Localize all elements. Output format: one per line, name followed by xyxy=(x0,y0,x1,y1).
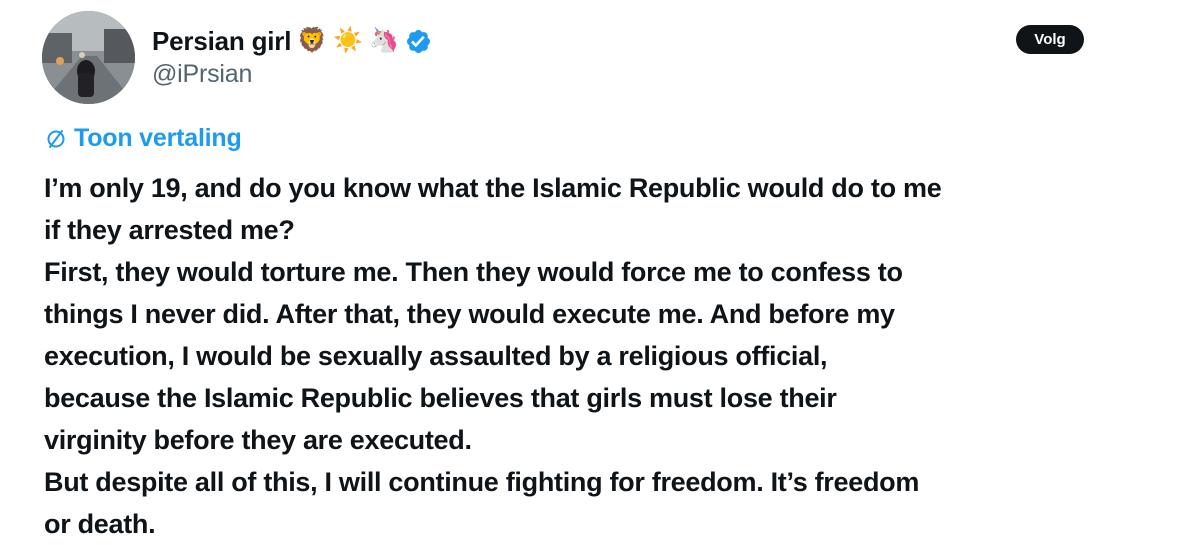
tweet-text-line: But despite all of this, I will continue… xyxy=(44,467,920,497)
show-translation-link[interactable]: Toon vertaling xyxy=(44,124,242,153)
tweet-text-line: I’m only 19, and do you know what the Is… xyxy=(44,173,942,203)
display-name[interactable]: Persian girl xyxy=(152,26,291,57)
follow-button[interactable]: Volg xyxy=(1016,25,1084,54)
avatar[interactable] xyxy=(42,11,135,104)
tweet-text-line: virginity before they are executed. xyxy=(44,425,472,455)
sun-emoji-icon: ☀️ xyxy=(333,27,363,54)
unicorn-emoji-icon: 🦄 xyxy=(369,27,399,54)
verified-badge-icon[interactable] xyxy=(405,28,432,55)
user-handle[interactable]: @iPrsian xyxy=(152,60,252,89)
tweet-text: I’m only 19, and do you know what the Is… xyxy=(44,167,1164,545)
lion-emoji-icon: 🦁 xyxy=(297,27,328,54)
display-name-row[interactable]: Persian girl 🦁 ☀️ 🦄 xyxy=(152,24,432,58)
tweet-text-line: or death. xyxy=(44,509,156,539)
avatar-photo xyxy=(42,11,135,104)
show-translation-label: Toon vertaling xyxy=(74,124,242,152)
tweet-text-line: things I never did. After that, they wou… xyxy=(44,299,895,329)
tweet-text-line: First, they would torture me. Then they … xyxy=(44,257,903,287)
tweet-card: Persian girl 🦁 ☀️ 🦄 @iPrsian Volg Toon v… xyxy=(0,0,1199,543)
tweet-text-line: if they arrested me? xyxy=(44,215,295,245)
tweet-text-line: because the Islamic Republic believes th… xyxy=(44,383,837,413)
tweet-text-line: execution, I would be sexually assaulted… xyxy=(44,341,828,371)
translate-icon xyxy=(44,127,68,151)
